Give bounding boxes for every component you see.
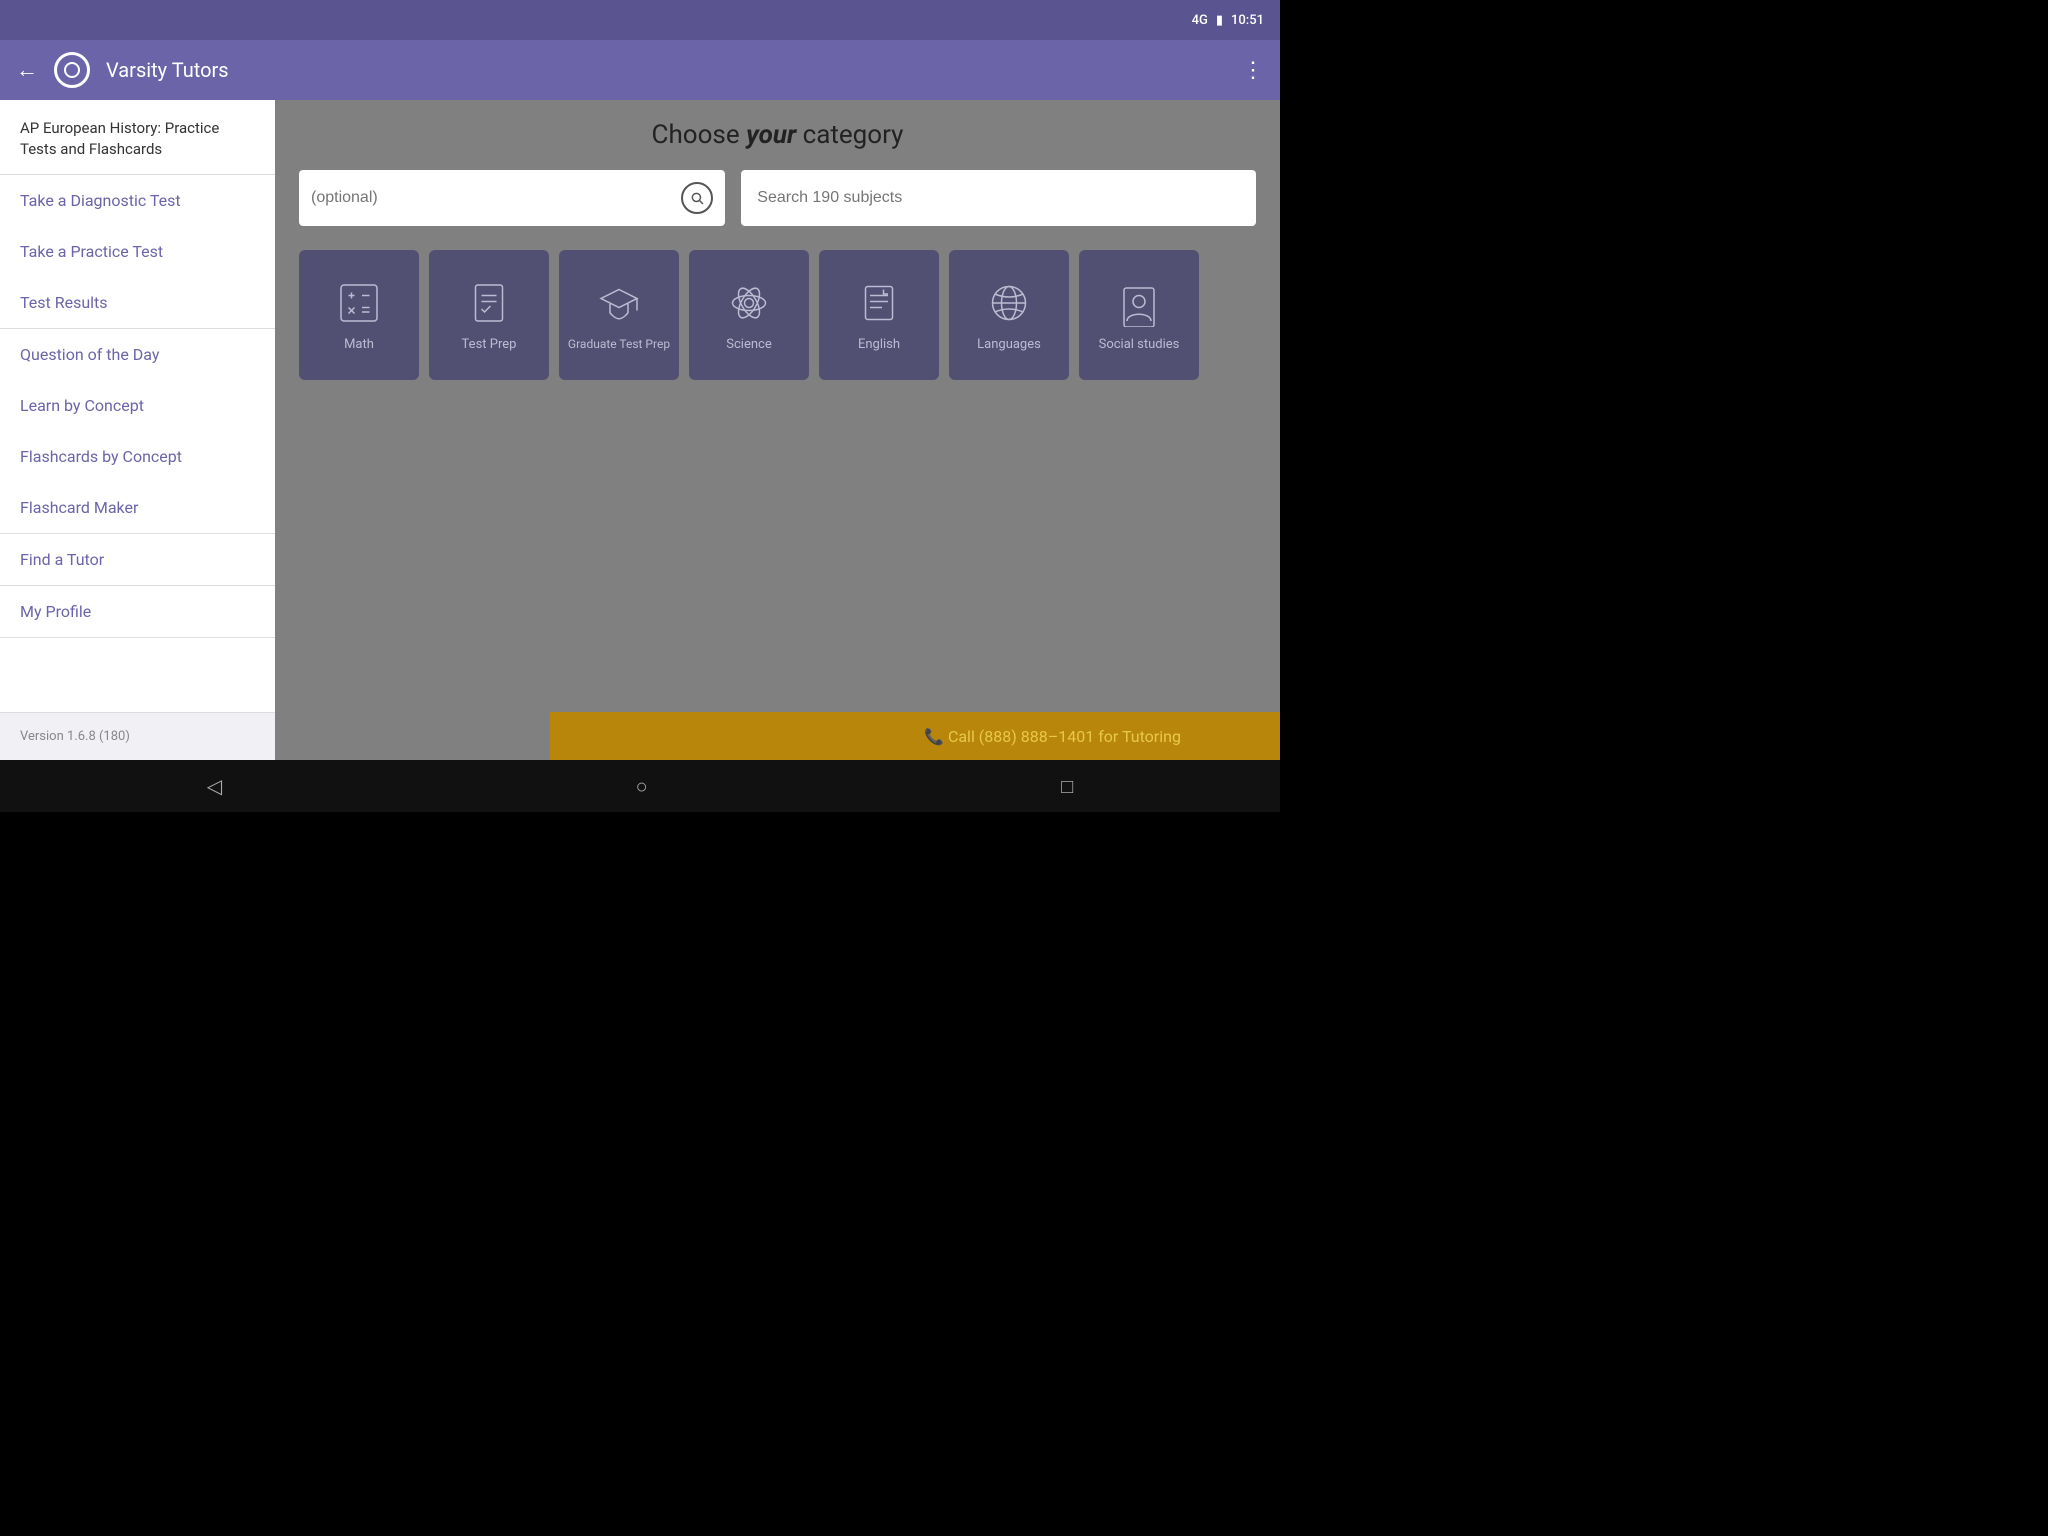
search-input-right[interactable] <box>757 189 1240 207</box>
logo-inner <box>64 62 80 78</box>
time-display: 10:51 <box>1231 13 1264 28</box>
main-layout: AP European History: Practice Tests and … <box>0 100 1280 760</box>
sidebar-section-tests: Take a Diagnostic Test Take a Practice T… <box>0 175 275 329</box>
page-title-italic: your <box>746 120 796 150</box>
category-languages[interactable]: Languages <box>949 250 1069 380</box>
languages-label: Languages <box>973 337 1045 352</box>
sidebar-item-qotd[interactable]: Question of the Day <box>0 329 275 380</box>
sidebar-section-study: Question of the Day Learn by Concept Fla… <box>0 329 275 534</box>
status-bar: 4G ▮ 10:51 <box>0 0 1280 40</box>
science-label: Science <box>722 337 775 352</box>
math-label: Math <box>340 337 378 352</box>
sidebar-spacer <box>0 638 275 712</box>
grad-test-prep-label: Graduate Test Prep <box>564 337 674 351</box>
app-title: Varsity Tutors <box>106 58 1226 82</box>
nav-recent-button[interactable]: □ <box>1061 774 1073 799</box>
grad-test-prep-icon <box>595 279 643 327</box>
page-title-text: Choose <box>652 120 747 150</box>
nav-back-button[interactable]: ◁ <box>207 774 222 798</box>
nav-bar: ◁ ○ □ <box>0 760 1280 812</box>
sidebar-item-flashcard-maker[interactable]: Flashcard Maker <box>0 482 275 533</box>
sidebar: AP European History: Practice Tests and … <box>0 100 275 760</box>
category-math[interactable]: Math <box>299 250 419 380</box>
sidebar-item-flashcards[interactable]: Flashcards by Concept <box>0 431 275 482</box>
category-social-studies[interactable]: Social studies <box>1079 250 1199 380</box>
search-icon-left <box>681 182 713 214</box>
call-bar-text: 📞 Call (888) 888–1401 for Tutoring <box>924 727 1181 746</box>
test-prep-label: Test Prep <box>458 337 521 352</box>
menu-button[interactable]: ⋮ <box>1242 58 1264 83</box>
signal-indicator: 4G <box>1192 13 1208 28</box>
sidebar-item-results[interactable]: Test Results <box>0 277 275 328</box>
sidebar-header-text: AP European History: Practice Tests and … <box>20 119 219 158</box>
sidebar-header: AP European History: Practice Tests and … <box>0 100 275 175</box>
categories-row: Math Test Prep <box>299 250 1256 380</box>
sidebar-item-profile[interactable]: My Profile <box>0 586 275 637</box>
sidebar-section-profile: My Profile <box>0 586 275 638</box>
category-test-prep[interactable]: Test Prep <box>429 250 549 380</box>
page-title-end: category <box>803 120 904 150</box>
test-prep-icon <box>465 279 513 327</box>
content-inner: Choose your category <box>275 100 1280 400</box>
call-bar: 📞 Call (888) 888–1401 for Tutoring <box>550 712 1280 760</box>
battery-indicator: ▮ <box>1216 13 1223 28</box>
english-label: English <box>854 337 904 352</box>
sidebar-version: Version 1.6.8 (180) <box>0 712 275 760</box>
social-studies-label: Social studies <box>1095 337 1184 352</box>
search-box-right <box>741 170 1256 226</box>
social-studies-icon <box>1115 279 1163 327</box>
sidebar-item-learn[interactable]: Learn by Concept <box>0 380 275 431</box>
nav-home-button[interactable]: ○ <box>636 774 648 799</box>
sidebar-item-find-tutor[interactable]: Find a Tutor <box>0 534 275 585</box>
category-grad-test-prep[interactable]: Graduate Test Prep <box>559 250 679 380</box>
science-icon <box>725 279 773 327</box>
page-title: Choose your category <box>299 120 1256 150</box>
back-button[interactable]: ← <box>16 57 38 83</box>
category-science[interactable]: Science <box>689 250 809 380</box>
math-icon <box>335 279 383 327</box>
search-box-left <box>299 170 725 226</box>
category-english[interactable]: English <box>819 250 939 380</box>
search-input-left[interactable] <box>311 189 681 207</box>
sidebar-item-practice[interactable]: Take a Practice Test <box>0 226 275 277</box>
main-content: Choose your category <box>275 100 1280 760</box>
english-icon <box>855 279 903 327</box>
languages-icon <box>985 279 1033 327</box>
app-logo <box>54 52 90 88</box>
search-row <box>299 170 1256 226</box>
sidebar-item-diagnostic[interactable]: Take a Diagnostic Test <box>0 175 275 226</box>
app-bar: ← Varsity Tutors ⋮ <box>0 40 1280 100</box>
sidebar-section-tutor: Find a Tutor <box>0 534 275 586</box>
